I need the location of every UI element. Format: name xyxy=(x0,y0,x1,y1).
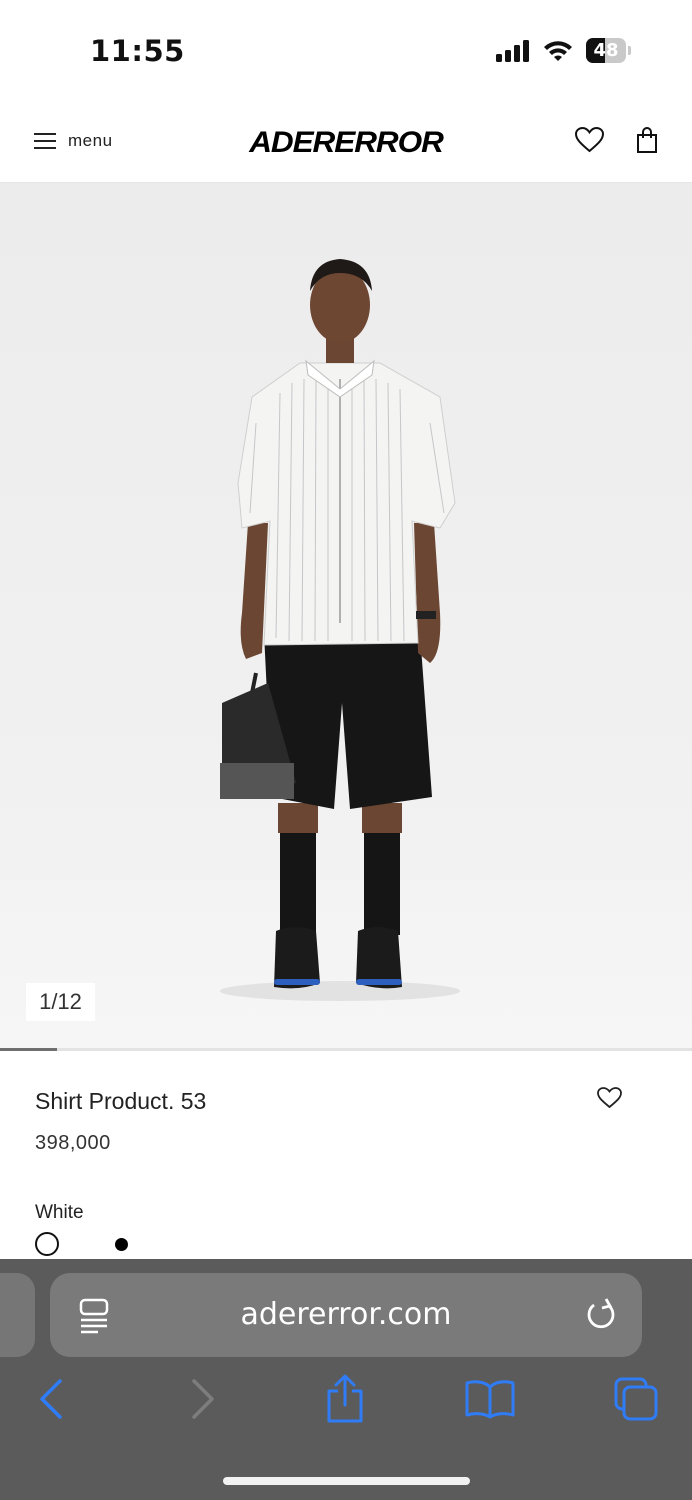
forward-chevron-icon[interactable] xyxy=(188,1377,218,1421)
address-bar[interactable]: adererror.com xyxy=(50,1273,642,1357)
back-chevron-icon[interactable] xyxy=(36,1377,66,1421)
status-time: 11:55 xyxy=(90,34,185,68)
bookmarks-book-icon[interactable] xyxy=(464,1379,516,1419)
product-price: 398,000 xyxy=(35,1132,111,1154)
color-swatch-white[interactable] xyxy=(35,1232,59,1256)
home-indicator xyxy=(223,1477,470,1485)
share-icon[interactable] xyxy=(324,1373,366,1425)
product-photo xyxy=(220,259,460,1001)
battery-indicator: 48 xyxy=(586,38,632,63)
product-image-gallery[interactable]: 1/12 xyxy=(0,183,692,1049)
gallery-progress-bar xyxy=(0,1048,58,1051)
wishlist-heart-icon[interactable] xyxy=(574,126,605,154)
url-text: adererror.com xyxy=(240,1297,452,1332)
site-header: menu ADERERROR xyxy=(0,100,692,183)
previous-tab-peek[interactable] xyxy=(0,1273,35,1357)
add-to-wishlist-heart-icon[interactable] xyxy=(596,1086,623,1110)
status-bar: 11:55 48 xyxy=(0,0,692,100)
image-counter: 1/12 xyxy=(26,983,95,1021)
battery-level: 48 xyxy=(593,40,619,61)
shopping-bag-icon[interactable] xyxy=(636,126,658,154)
selected-color-label: White xyxy=(35,1202,84,1223)
cellular-signal-icon xyxy=(496,40,529,62)
wifi-icon xyxy=(544,41,572,61)
gallery-progress-track xyxy=(0,1048,692,1051)
product-name: Shirt Product. 53 xyxy=(35,1088,207,1114)
color-swatch-black[interactable] xyxy=(115,1238,128,1251)
reload-icon[interactable] xyxy=(584,1297,618,1333)
browser-toolbar: adererror.com xyxy=(0,1259,692,1500)
tabs-overview-icon[interactable] xyxy=(612,1375,660,1423)
